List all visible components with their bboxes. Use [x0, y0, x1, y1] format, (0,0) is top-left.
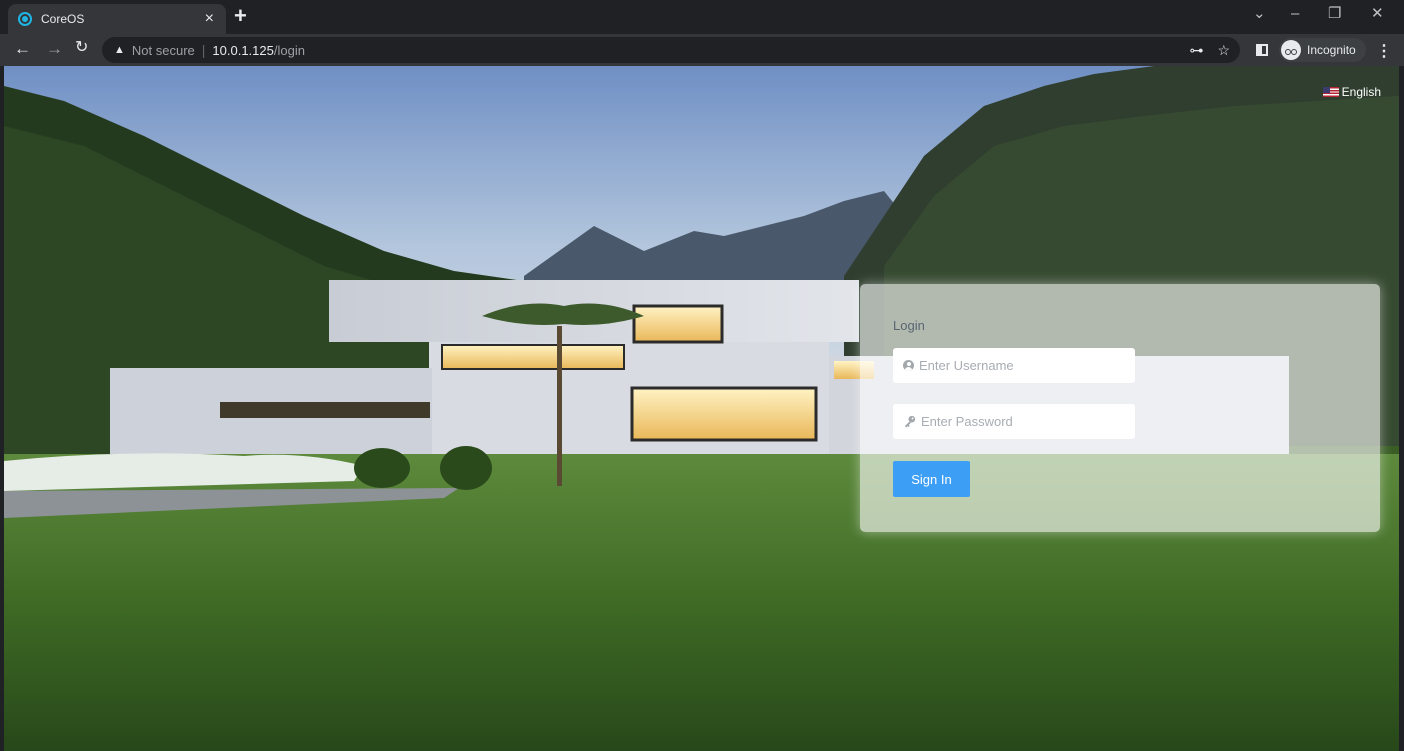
- security-status[interactable]: Not secure: [132, 43, 195, 58]
- browser-toolbar: ← → ↻ ▲ Not secure | 10.0.1.125 /login ⊶…: [0, 34, 1404, 66]
- incognito-label: Incognito: [1307, 43, 1356, 57]
- user-circle-icon: [903, 360, 914, 371]
- page-viewport: English Login Sign In: [4, 66, 1399, 751]
- incognito-icon: [1281, 40, 1301, 60]
- new-tab-button[interactable]: +: [234, 5, 247, 27]
- username-field[interactable]: [893, 348, 1135, 383]
- minimize-icon[interactable]: –: [1291, 6, 1299, 21]
- password-field[interactable]: [893, 404, 1135, 439]
- sign-in-button[interactable]: Sign In: [893, 461, 970, 497]
- close-tab-icon[interactable]: ×: [205, 11, 214, 27]
- url-path[interactable]: /login: [274, 43, 305, 58]
- warning-icon[interactable]: ▲: [114, 44, 125, 56]
- tab-search-chevron-icon[interactable]: ⌄: [1253, 6, 1266, 21]
- tab-strip: CoreOS × + ⌄ – ❐ ✕: [0, 0, 1404, 34]
- password-key-icon[interactable]: ⊶: [1189, 42, 1203, 59]
- tab-title: CoreOS: [41, 12, 85, 26]
- url-separator: |: [201, 42, 206, 58]
- address-bar[interactable]: ▲ Not secure | 10.0.1.125 /login ⊶ ☆: [102, 37, 1240, 63]
- language-label: English: [1341, 85, 1381, 99]
- back-arrow-icon[interactable]: ←: [14, 40, 31, 57]
- address-bar-actions: ⊶ ☆: [1189, 42, 1230, 59]
- us-flag-icon: [1322, 87, 1339, 97]
- login-title: Login: [893, 318, 925, 333]
- restore-icon[interactable]: ❐: [1328, 6, 1341, 21]
- reload-icon[interactable]: ↻: [75, 40, 88, 56]
- browser-tab[interactable]: CoreOS ×: [8, 4, 226, 34]
- login-card: Login Sign In: [860, 284, 1380, 532]
- side-panel-icon[interactable]: [1256, 44, 1268, 56]
- incognito-indicator[interactable]: Incognito: [1279, 38, 1366, 62]
- browser-menu-icon[interactable]: ⋮: [1376, 41, 1392, 61]
- password-input[interactable]: [921, 414, 1121, 429]
- key-icon: [904, 415, 916, 428]
- username-input[interactable]: [919, 358, 1119, 373]
- bookmark-star-icon[interactable]: ☆: [1217, 42, 1230, 59]
- coreos-favicon-icon: [18, 12, 32, 26]
- url-host[interactable]: 10.0.1.125: [212, 43, 273, 58]
- close-window-icon[interactable]: ✕: [1371, 6, 1384, 21]
- language-selector[interactable]: English: [1322, 85, 1381, 99]
- forward-arrow-icon[interactable]: →: [46, 40, 63, 57]
